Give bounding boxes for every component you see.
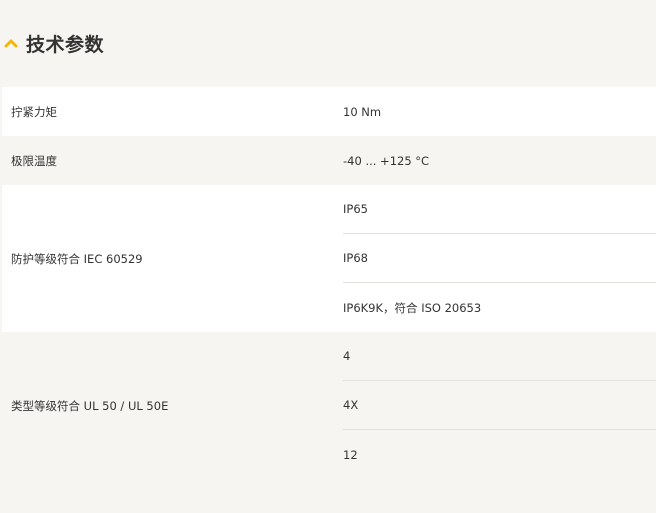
spec-value: IP65 bbox=[343, 185, 656, 234]
spec-table: 拧紧力矩 10 Nm 极限温度 -40 ... +125 °C 防护等级符合 I… bbox=[2, 87, 656, 479]
spec-label: 防护等级符合 IEC 60529 bbox=[11, 251, 143, 266]
spec-label: 拧紧力矩 bbox=[11, 104, 57, 119]
spec-row-ul-type: 类型等级符合 UL 50 / UL 50E 4 4X 12 bbox=[2, 332, 656, 479]
section-title: 技术参数 bbox=[26, 33, 105, 56]
spec-value: 12 bbox=[343, 447, 358, 462]
spec-label: 类型等级符合 UL 50 / UL 50E bbox=[11, 398, 169, 413]
spec-label: 极限温度 bbox=[11, 153, 57, 168]
chevron-up-icon bbox=[4, 36, 18, 50]
spec-values: -40 ... +125 °C bbox=[332, 136, 656, 185]
section-header-technical-params[interactable]: 技术参数 bbox=[0, 28, 104, 58]
spec-values: 10 Nm bbox=[332, 87, 656, 136]
spec-value: 4 bbox=[343, 332, 656, 381]
spec-value: 10 Nm bbox=[343, 104, 382, 119]
spec-row-iec-protection: 防护等级符合 IEC 60529 IP65 IP68 IP6K9K，符合 ISO… bbox=[2, 185, 656, 332]
spec-value: IP68 bbox=[343, 234, 656, 283]
spec-values: IP65 IP68 IP6K9K，符合 ISO 20653 bbox=[332, 185, 656, 332]
spec-row-temperature: 极限温度 -40 ... +125 °C bbox=[2, 136, 656, 185]
spec-value: IP6K9K，符合 ISO 20653 bbox=[343, 300, 482, 315]
spec-row-torque: 拧紧力矩 10 Nm bbox=[2, 87, 656, 136]
spec-value: -40 ... +125 °C bbox=[343, 153, 430, 168]
spec-value: 4X bbox=[343, 381, 656, 430]
spec-values: 4 4X 12 bbox=[332, 332, 656, 479]
